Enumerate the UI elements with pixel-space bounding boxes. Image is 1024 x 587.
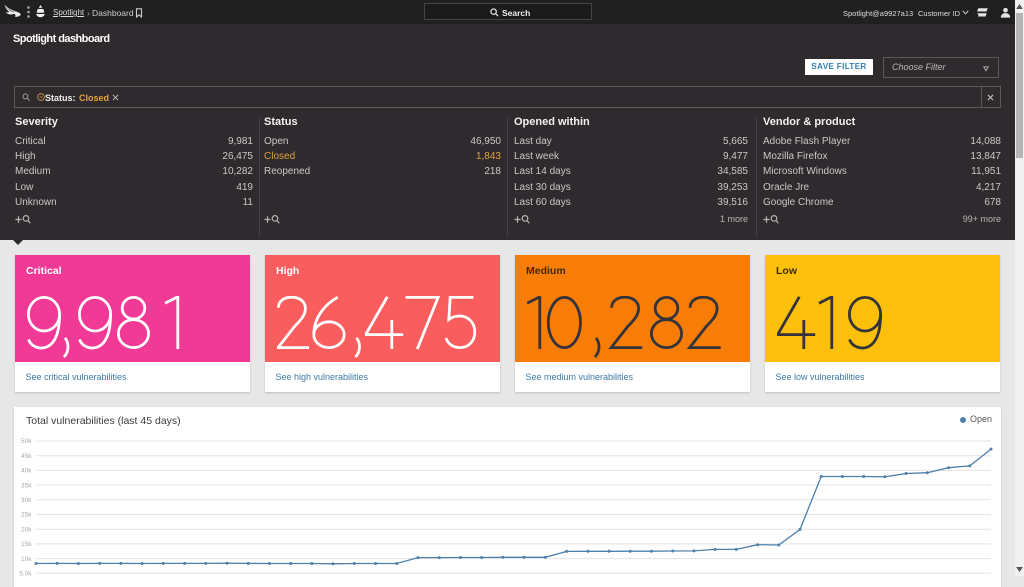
svg-text:30k: 30k (21, 497, 32, 504)
svg-text:25k: 25k (21, 512, 32, 519)
svg-text:40k: 40k (21, 468, 32, 475)
svg-text:5.0k: 5.0k (19, 571, 32, 578)
svg-text:45k: 45k (21, 453, 32, 460)
svg-text:20k: 20k (21, 526, 32, 533)
svg-text:10k: 10k (21, 556, 32, 563)
svg-text:50k: 50k (21, 438, 32, 445)
svg-text:35k: 35k (21, 482, 32, 489)
svg-text:15k: 15k (21, 541, 32, 548)
